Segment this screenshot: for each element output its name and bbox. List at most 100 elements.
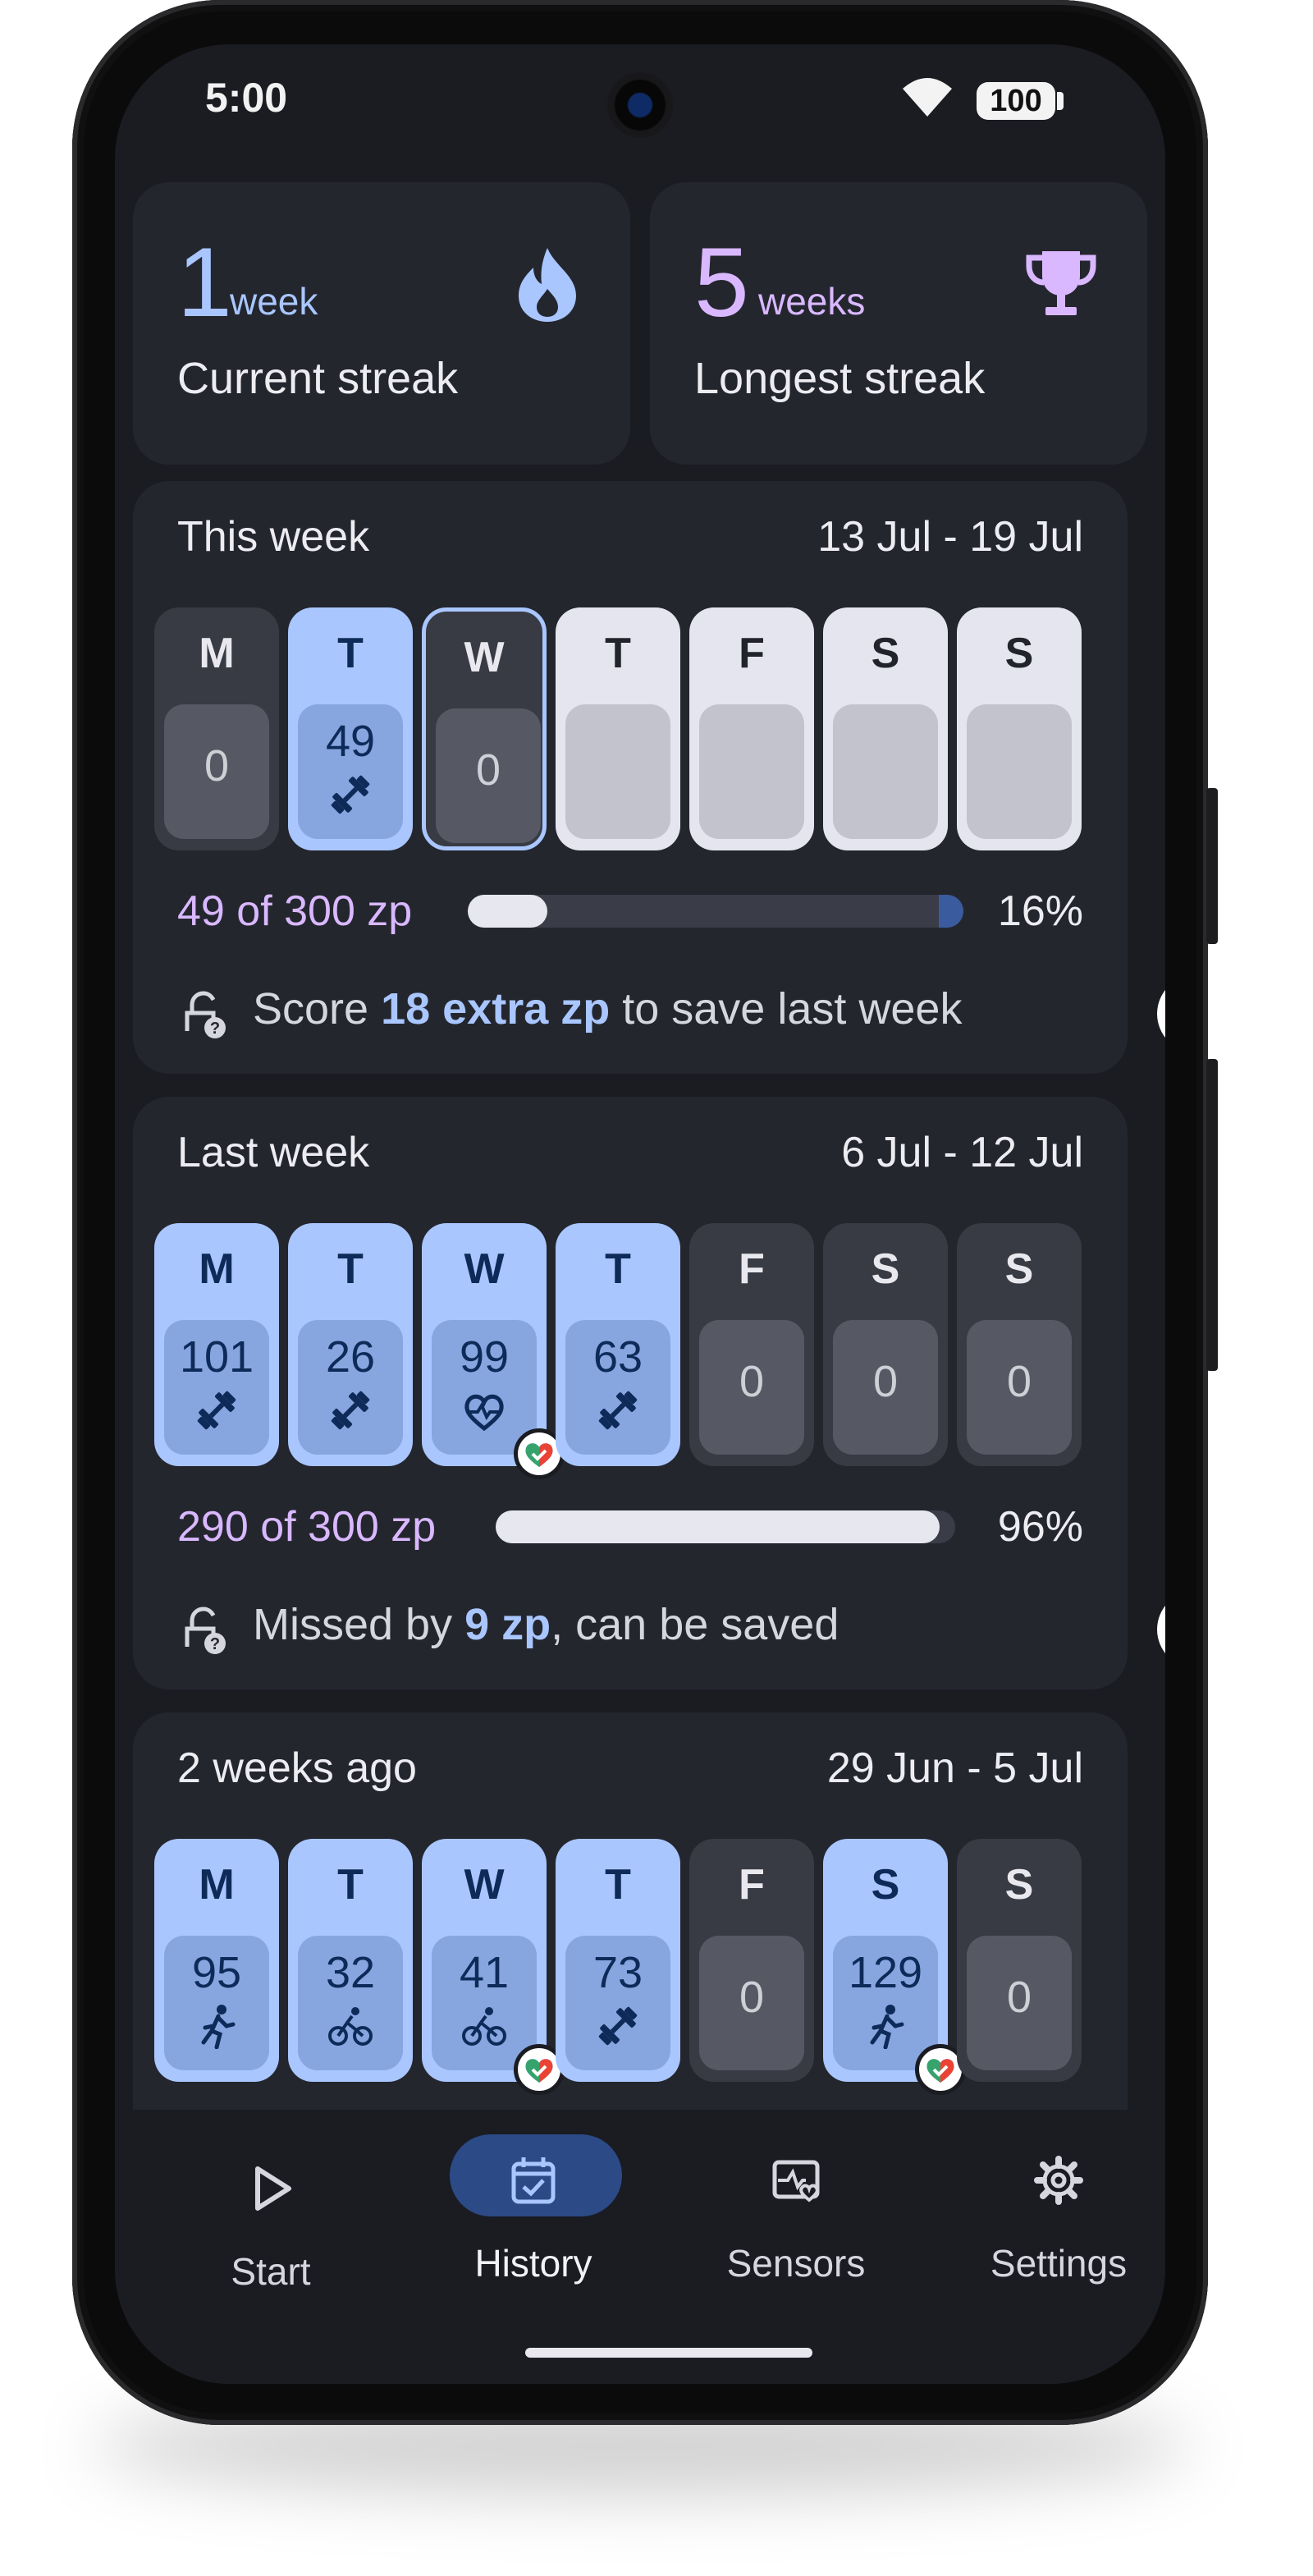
day-tile[interactable]: F0 (689, 1223, 814, 1466)
day-score: 0 (739, 1357, 765, 1406)
day-score-box (565, 704, 670, 839)
day-tile[interactable]: S0 (957, 1839, 1082, 2082)
day-score-box: 49 (298, 704, 403, 839)
day-score: 0 (739, 1973, 765, 2022)
day-tile[interactable]: W 41 (422, 1839, 565, 2095)
longest-streak-label: Longest streak (694, 354, 986, 403)
day-score: 0 (1006, 1357, 1032, 1406)
note-post: to save last week (610, 984, 963, 1034)
svg-text:?: ? (210, 1635, 220, 1653)
day-score-box: 0 (967, 1320, 1072, 1455)
lock-help-icon: ? (185, 991, 226, 1038)
day-tile[interactable]: S0 (957, 1223, 1082, 1466)
svg-text:?: ? (210, 1020, 220, 1038)
day-letter: S (1004, 1861, 1034, 1909)
day-score: 99 (459, 1332, 510, 1382)
nav-label: Sensors (726, 2242, 866, 2285)
nav-history[interactable]: History (410, 2134, 656, 2299)
front-camera (607, 72, 673, 138)
calendar-check-icon (511, 2157, 556, 2204)
day-score: 63 (592, 1332, 643, 1382)
week-card-this-week[interactable]: This week 13 Jul - 19 Jul M 0 T 49 W 0 T F S S 49… (133, 481, 1128, 1074)
day-letter: T (605, 1245, 631, 1293)
home-indicator[interactable] (525, 2348, 812, 2358)
day-tile[interactable]: S (957, 607, 1082, 850)
trophy-icon (1026, 251, 1096, 315)
nav-sensors[interactable]: Sensors (673, 2134, 919, 2299)
week-title: 2 weeks ago (177, 1744, 417, 1792)
progress-fill (496, 1510, 940, 1543)
day-tile[interactable]: M0 (154, 607, 279, 850)
day-tile[interactable]: T 63 (556, 1223, 680, 1466)
longest-streak-unit: weeks (758, 280, 866, 323)
progress-fill (468, 895, 547, 928)
note-highlight: 9 zp (464, 1600, 551, 1649)
nav-label: Settings (990, 2242, 1128, 2285)
day-score-box: 73 (565, 1936, 670, 2070)
flame-icon (519, 248, 576, 322)
day-tile[interactable]: F (689, 607, 814, 850)
scroll-marker-last-week[interactable]: ? (1157, 1591, 1165, 1668)
day-score: 32 (325, 1948, 376, 1997)
day-score-box: 26 (298, 1320, 403, 1455)
day-tile[interactable]: T 49 (288, 607, 413, 850)
day-score: 129 (848, 1948, 923, 1997)
dumbbell-icon (331, 775, 370, 814)
day-tile[interactable]: S 129 (823, 1839, 966, 2095)
week-note: ? Missed by 9 zp, can be saved (177, 1599, 1080, 1665)
day-tile[interactable]: F0 (689, 1839, 814, 2082)
health-sync-icon (926, 2059, 954, 2083)
run-icon (201, 2005, 236, 2049)
day-tile[interactable]: T 26 (288, 1223, 413, 1466)
progress-bar (468, 895, 963, 928)
week-range: 29 Jun - 5 Jul (826, 1744, 1083, 1792)
day-tile[interactable]: T 32 (288, 1839, 413, 2082)
day-letter: M (199, 1861, 235, 1909)
day-score-box: 0 (699, 1320, 804, 1455)
day-tile[interactable]: W0 (422, 607, 547, 850)
nav-start[interactable]: Start (148, 2134, 394, 2299)
current-streak-value: 1 (177, 227, 232, 337)
phone-frame: 5:00 100 1 week Current streak 5 weeks L… (72, 0, 1218, 2425)
day-letter: F (739, 630, 765, 677)
note-pre: Score (253, 984, 382, 1034)
volume-button (1206, 788, 1218, 944)
nav-label: History (474, 2242, 592, 2285)
day-score: 49 (325, 717, 376, 766)
day-tile[interactable]: M 95 (154, 1839, 279, 2082)
day-tile[interactable]: S0 (823, 1223, 948, 1466)
note-pre: Missed by (253, 1600, 465, 1649)
heart-pulse-icon (464, 1394, 504, 1432)
day-tile[interactable]: M 101 (154, 1223, 279, 1466)
day-letter: S (1004, 630, 1034, 677)
day-score: 0 (475, 745, 501, 795)
day-letter: S (871, 1245, 900, 1293)
day-score-box: 0 (967, 1936, 1072, 2070)
day-letter: S (1004, 1245, 1034, 1293)
week-days-row: M 0 T 49 W 0 T F S S (154, 607, 1098, 850)
progress-percent: 96% (997, 1503, 1083, 1551)
day-letter: F (739, 1245, 765, 1293)
day-score-box: 101 (164, 1320, 269, 1455)
progress-label: 49 of 300 zp (177, 887, 413, 935)
day-tile[interactable]: T (556, 607, 680, 850)
week-card-last-week[interactable]: Last week 6 Jul - 12 Jul M 101 T 26 W 99 T 63 F 0… (133, 1097, 1128, 1689)
note-highlight: 18 extra zp (381, 984, 611, 1034)
day-tile[interactable]: S (823, 607, 948, 850)
day-score-box: 95 (164, 1936, 269, 2070)
day-tile[interactable]: W 99 (422, 1223, 565, 1479)
progress-goal-marker (939, 895, 963, 928)
status-bar: 5:00 100 (115, 44, 1165, 151)
day-score-box: 0 (699, 1936, 804, 2070)
day-score-box (967, 704, 1072, 839)
day-score: 73 (592, 1948, 643, 1997)
week-title: Last week (177, 1129, 370, 1176)
note-post: , can be saved (551, 1600, 839, 1649)
scroll-marker-this-week[interactable]: … (1157, 975, 1165, 1052)
day-tile[interactable]: T 73 (556, 1839, 680, 2082)
nav-label: Start (231, 2250, 311, 2293)
nav-settings[interactable]: Settings (936, 2134, 1165, 2299)
day-letter: S (871, 630, 900, 677)
bike-icon (328, 2007, 373, 2046)
day-score: 0 (204, 741, 230, 791)
